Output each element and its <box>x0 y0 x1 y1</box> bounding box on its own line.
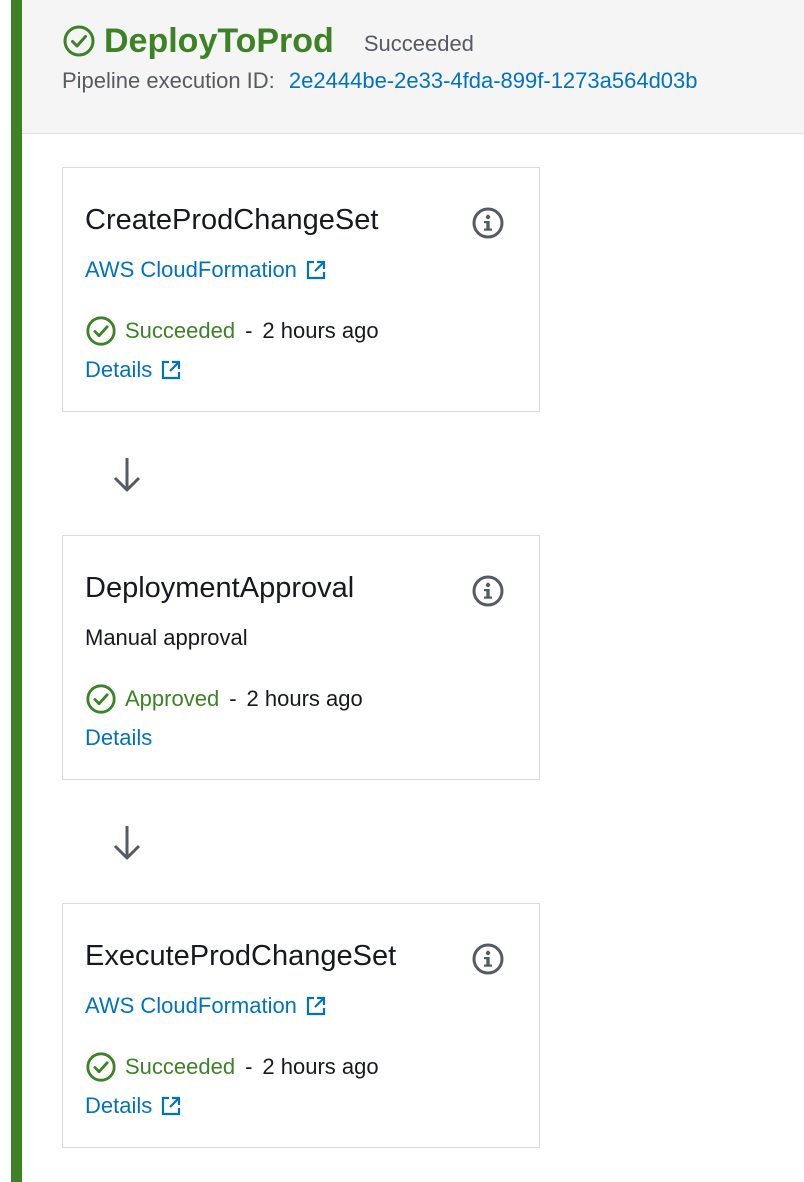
info-icon[interactable] <box>471 574 505 613</box>
details-link[interactable]: Details <box>85 356 152 384</box>
stage-title: DeployToProd <box>104 22 334 60</box>
details-link[interactable]: Details <box>85 1092 152 1120</box>
action-details-row: Details <box>85 356 182 384</box>
status-separator: - <box>229 686 237 711</box>
action-status: Succeeded <box>125 318 236 343</box>
action-card-execute-prod-change-set: ExecuteProdChangeSet AWS CloudFormation … <box>62 903 540 1148</box>
execution-id-label: Pipeline execution ID: <box>62 68 275 93</box>
stage-title-row: DeployToProd Succeeded <box>62 18 474 64</box>
action-time: 2 hours ago <box>262 318 379 343</box>
check-circle-icon <box>62 24 96 58</box>
status-separator: - <box>245 318 253 343</box>
action-provider-link[interactable]: AWS CloudFormation <box>85 992 297 1020</box>
action-card-create-prod-change-set: CreateProdChangeSet AWS CloudFormation S… <box>62 167 540 412</box>
action-status: Succeeded <box>125 1054 236 1079</box>
execution-id-link[interactable]: 2e2444be-2e33-4fda-899f-1273a564d03b <box>289 68 698 93</box>
external-link-icon[interactable] <box>305 995 327 1017</box>
action-provider: Manual approval <box>85 625 248 650</box>
action-status-row: Succeeded - 2 hours ago <box>85 1050 379 1084</box>
action-status-row: Approved - 2 hours ago <box>85 682 363 716</box>
action-status: Approved <box>125 686 220 711</box>
action-details-row: Details <box>85 1092 182 1120</box>
stage-status: Succeeded <box>363 31 474 56</box>
action-card-deployment-approval: DeploymentApproval Manual approval Appro… <box>62 535 540 780</box>
arrow-down-icon <box>110 823 144 868</box>
action-name: DeploymentApproval <box>85 572 355 604</box>
arrow-down-icon <box>110 455 144 500</box>
check-circle-icon <box>85 683 117 715</box>
check-circle-icon <box>85 315 117 347</box>
stage-header: DeployToProd Succeeded Pipeline executio… <box>22 0 804 134</box>
action-provider-row: AWS CloudFormation <box>85 992 327 1020</box>
external-link-icon[interactable] <box>160 1095 182 1117</box>
action-details-row: Details <box>85 724 152 752</box>
action-provider-link[interactable]: AWS CloudFormation <box>85 256 297 284</box>
info-icon[interactable] <box>471 206 505 245</box>
details-link[interactable]: Details <box>85 724 152 752</box>
action-status-row: Succeeded - 2 hours ago <box>85 314 379 348</box>
action-time: 2 hours ago <box>262 1054 379 1079</box>
stage-status-bar <box>11 0 22 1182</box>
status-separator: - <box>245 1054 253 1079</box>
external-link-icon[interactable] <box>305 259 327 281</box>
info-icon[interactable] <box>471 942 505 981</box>
action-provider-row: Manual approval <box>85 624 248 652</box>
action-provider-row: AWS CloudFormation <box>85 256 327 284</box>
action-name: CreateProdChangeSet <box>85 204 379 236</box>
check-circle-icon <box>85 1051 117 1083</box>
action-name: ExecuteProdChangeSet <box>85 940 397 972</box>
action-time: 2 hours ago <box>246 686 363 711</box>
execution-id-row: Pipeline execution ID: 2e2444be-2e33-4fd… <box>62 66 698 96</box>
external-link-icon[interactable] <box>160 359 182 381</box>
